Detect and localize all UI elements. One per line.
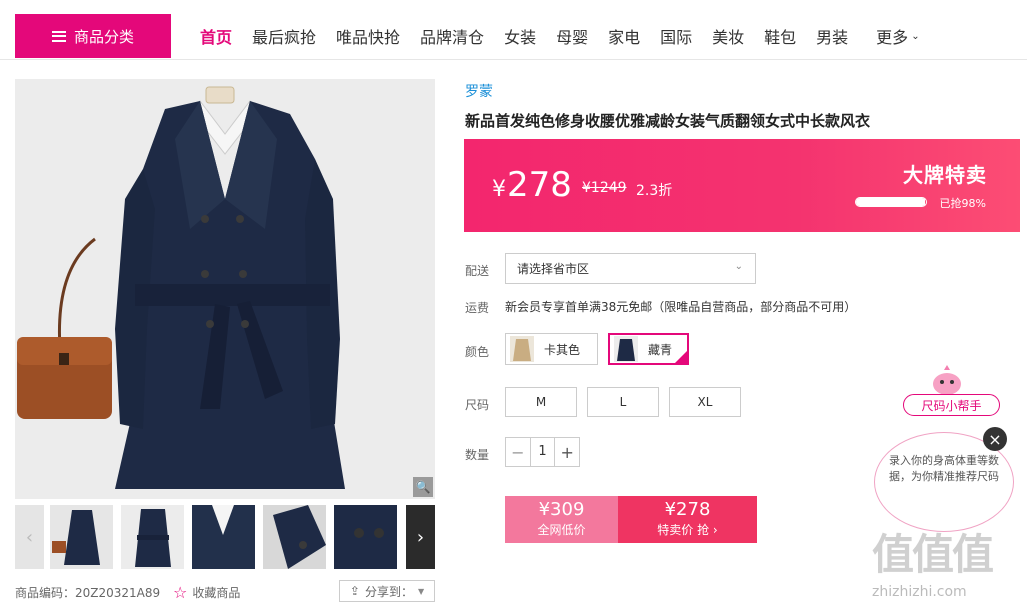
qty-label: 数量 [465, 448, 490, 462]
product-title: 新品首发纯色修身收腰优雅减龄女装气质翻领女式中长款风衣 [465, 112, 871, 130]
color-option-label: 卡其色 [544, 342, 581, 357]
price-banner: ¥ 278 ¥1249 2.3折 大牌特卖 已抢98% [464, 139, 1020, 232]
nav-link-brand-clearance[interactable]: 品牌清仓 [420, 24, 484, 48]
quantity-stepper: − 1 + [505, 437, 580, 467]
share-icon: ⇪ [349, 584, 360, 598]
selected-check-icon [674, 350, 688, 364]
thumbnail-4[interactable] [263, 505, 326, 569]
current-price-value: 278 [507, 165, 572, 205]
color-option-label: 藏青 [648, 342, 673, 357]
current-price: ¥ 278 [492, 165, 572, 205]
region-select-value: 请选择省市区 [517, 262, 590, 276]
qty-decrease-button[interactable]: − [506, 443, 530, 462]
nav-link-appliances[interactable]: 家电 [608, 24, 640, 48]
watermark-logo: 值值值 [872, 530, 994, 579]
buy-now-label: 特卖价 抢 › [657, 523, 718, 537]
promo-label: 大牌特卖 [903, 163, 987, 187]
nav-link-men[interactable]: 男装 [816, 24, 848, 48]
khaki-swatch [510, 336, 534, 362]
lowest-price-value: ¥309 [538, 499, 585, 520]
thumbnail-5[interactable] [334, 505, 397, 569]
region-select[interactable]: 请选择省市区 ⌄ [505, 253, 756, 284]
discount-label: 2.3折 [636, 183, 673, 199]
trench-coat-image [15, 79, 435, 499]
brand-link[interactable]: 罗蒙 [465, 81, 493, 101]
watermark: 值值值 zhizhizhi.com [872, 521, 1022, 601]
caret-down-icon: ▼ [417, 586, 425, 596]
shipping-text: 新会员专享首单满38元免邮（限唯品自营商品，部分商品不可用） [505, 300, 857, 314]
favorite-button[interactable]: ☆ 收藏商品 [173, 584, 240, 601]
chevron-down-icon: ⌄ [734, 261, 743, 272]
nav-link-last-rush[interactable]: 最后疯抢 [252, 24, 316, 48]
mascot-icon [933, 365, 961, 395]
qty-increase-button[interactable]: + [555, 443, 579, 462]
product-sku: 商品编码：20Z20321A89 [15, 586, 161, 600]
color-label: 颜色 [465, 345, 490, 359]
main-product-image[interactable]: 🔍 [15, 79, 435, 499]
size-option-l[interactable]: L [587, 387, 659, 417]
color-option-navy[interactable]: 藏青 [608, 333, 689, 365]
shipping-label: 运费 [465, 301, 490, 315]
size-option-xl[interactable]: XL [669, 387, 741, 417]
star-icon: ☆ [173, 582, 188, 602]
thumbnail-strip: ‹ › [15, 505, 435, 569]
close-icon[interactable]: × [983, 427, 1007, 451]
lowest-price-button[interactable]: ¥309 全网低价 [505, 496, 618, 543]
color-option-khaki[interactable]: 卡其色 [505, 333, 598, 365]
delivery-label: 配送 [465, 264, 490, 278]
original-price: ¥1249 [582, 180, 627, 196]
thumbnail-2[interactable] [121, 505, 184, 569]
nav-more[interactable]: 更多 ⌄ [876, 24, 919, 48]
navy-swatch [614, 336, 638, 362]
nav-link-home[interactable]: 首页 [200, 24, 232, 48]
buy-now-button[interactable]: ¥278 特卖价 抢 › [618, 496, 757, 543]
category-menu-button[interactable]: 商品分类 [15, 14, 171, 58]
share-label: 分享到： [364, 584, 413, 599]
share-dropdown[interactable]: ⇪ 分享到： ▼ [339, 580, 435, 602]
nav-link-baby[interactable]: 母婴 [556, 24, 588, 48]
sold-progress-fill [856, 198, 925, 206]
sale-price-value: ¥278 [664, 499, 711, 520]
sold-progress-bar [855, 197, 927, 207]
nav-links: 首页 最后疯抢 唯品快抢 品牌清仓 女装 母婴 家电 国际 美妆 鞋包 男装 更… [200, 24, 940, 48]
product-meta-row: 商品编码：20Z20321A89 ☆ 收藏商品 ⇪ 分享到： ▼ [15, 580, 435, 602]
thumb-next-arrow[interactable]: › [406, 505, 435, 569]
favorite-label: 收藏商品 [192, 586, 241, 600]
nav-link-beauty[interactable]: 美妆 [712, 24, 744, 48]
chevron-down-icon: ⌄ [911, 30, 920, 42]
watermark-text: zhizhizhi.com [872, 584, 967, 600]
currency-symbol: ¥ [492, 177, 506, 202]
size-label: 尺码 [465, 398, 490, 412]
nav-link-international[interactable]: 国际 [660, 24, 692, 48]
nav-link-shoes-bags[interactable]: 鞋包 [764, 24, 796, 48]
nav-link-flash-sale[interactable]: 唯品快抢 [336, 24, 400, 48]
thumbnail-1[interactable] [50, 505, 113, 569]
thumb-prev-arrow[interactable]: ‹ [15, 505, 44, 569]
zoom-icon[interactable]: 🔍 [413, 477, 433, 497]
nav-more-label: 更多 [876, 28, 909, 47]
thumbnail-3[interactable] [192, 505, 255, 569]
hamburger-icon [51, 30, 66, 42]
sold-text: 已抢98% [939, 197, 986, 210]
size-helper-tag[interactable]: 尺码小帮手 [903, 394, 1000, 416]
size-option-m[interactable]: M [505, 387, 577, 417]
nav-link-women[interactable]: 女装 [504, 24, 536, 48]
category-button-label: 商品分类 [73, 27, 134, 46]
qty-value[interactable]: 1 [529, 438, 556, 466]
lowest-price-label: 全网低价 [537, 523, 586, 537]
top-nav: 商品分类 首页 最后疯抢 唯品快抢 品牌清仓 女装 母婴 家电 国际 美妆 鞋包… [0, 0, 1027, 60]
